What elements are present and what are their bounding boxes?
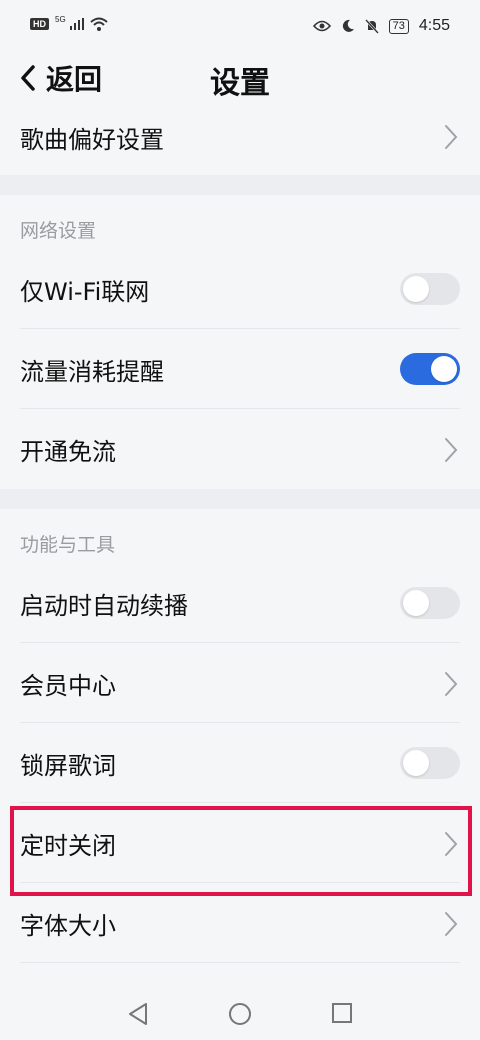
chevron-right-icon xyxy=(445,125,458,149)
back-button[interactable]: 返回 xyxy=(18,58,102,98)
row-wifi-only: 仅Wi-Fi联网 xyxy=(0,249,480,329)
chevron-right-icon xyxy=(445,438,458,462)
wifi-only-toggle[interactable] xyxy=(400,273,460,305)
back-label: 返回 xyxy=(46,63,103,96)
row-label: 定时关闭 xyxy=(20,831,116,860)
section-gap xyxy=(0,489,480,509)
section-header-tools: 功能与工具 xyxy=(20,534,116,556)
data-alert-toggle[interactable] xyxy=(400,353,460,385)
network-type: 5G xyxy=(55,14,66,24)
row-label: 开通免流 xyxy=(20,437,116,466)
nav-back-icon[interactable] xyxy=(127,1002,149,1026)
bell-off-icon xyxy=(364,18,379,34)
row-autoplay: 启动时自动续播 xyxy=(0,563,480,643)
status-bar: HD 5G 73 4:55 xyxy=(0,0,480,56)
row-sleep-timer[interactable]: 定时关闭 xyxy=(0,803,480,883)
system-nav-bar xyxy=(0,988,480,1040)
battery-indicator: 73 xyxy=(388,18,409,34)
autoplay-toggle[interactable] xyxy=(400,587,460,619)
chevron-right-icon xyxy=(445,912,458,936)
section-gap xyxy=(0,175,480,195)
row-label: 字体大小 xyxy=(20,911,116,940)
moon-icon xyxy=(342,19,354,32)
section-header-network: 网络设置 xyxy=(20,220,97,242)
chevron-right-icon xyxy=(445,672,458,696)
row-vip-center[interactable]: 会员中心 xyxy=(0,643,480,723)
row-label: 歌曲偏好设置 xyxy=(20,126,164,154)
chevron-right-icon xyxy=(445,832,458,856)
row-data-alert: 流量消耗提醒 xyxy=(0,329,480,409)
nav-home-icon[interactable] xyxy=(228,1002,252,1026)
wifi-icon xyxy=(90,17,108,31)
eye-icon xyxy=(312,20,331,32)
signal-icon xyxy=(69,18,84,30)
hd-badge: HD xyxy=(30,18,49,30)
row-lock-screen-lyrics: 锁屏歌词 xyxy=(0,723,480,803)
clock: 4:55 xyxy=(418,17,450,34)
settings-list: 歌曲偏好设置 网络设置 仅Wi-Fi联网 流量消耗提醒 开通免流 功能与工具 启… xyxy=(0,100,480,988)
row-song-preferences[interactable]: 歌曲偏好设置 xyxy=(0,100,480,175)
top-bar: 设置 返回 xyxy=(0,56,480,106)
chevron-left-icon xyxy=(21,65,35,91)
lock-lyrics-toggle[interactable] xyxy=(400,747,460,779)
row-font-size[interactable]: 字体大小 xyxy=(0,883,480,963)
row-free-data[interactable]: 开通免流 xyxy=(0,409,480,489)
nav-recents-icon[interactable] xyxy=(331,1002,353,1024)
row-label: 会员中心 xyxy=(20,671,116,700)
